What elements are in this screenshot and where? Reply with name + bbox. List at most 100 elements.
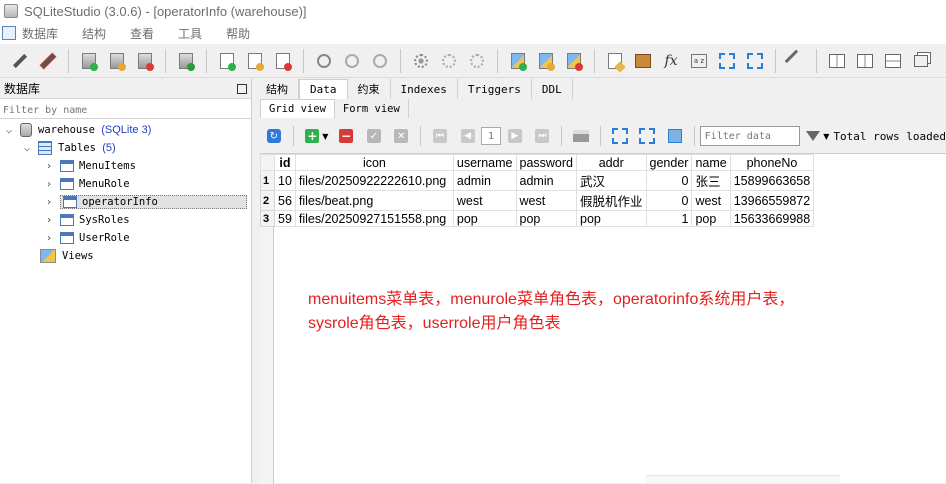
- cell-addr[interactable]: pop: [576, 210, 647, 227]
- table-row[interactable]: 1 10 files/20250922222610.png admin admi…: [260, 170, 815, 191]
- extensions-button[interactable]: [716, 50, 738, 72]
- cell-id[interactable]: 10: [274, 170, 296, 191]
- column-header[interactable]: addr: [576, 154, 647, 171]
- column-header[interactable]: icon: [294, 154, 454, 171]
- column-header[interactable]: name: [691, 154, 731, 171]
- cell-password[interactable]: pop: [515, 210, 577, 227]
- refresh-db-button[interactable]: [175, 50, 197, 72]
- cell-password[interactable]: west: [515, 190, 577, 211]
- edit-table-button[interactable]: [244, 50, 266, 72]
- remove-view-button[interactable]: [563, 50, 585, 72]
- disconnect-db-button[interactable]: [37, 50, 59, 72]
- add-db-button[interactable]: [78, 50, 100, 72]
- tab-constraints[interactable]: 约束: [348, 79, 391, 99]
- tile-horizontal-button[interactable]: [854, 50, 876, 72]
- tree-node-table[interactable]: › MenuItems: [44, 157, 136, 175]
- cell-phone[interactable]: 13966559872: [729, 190, 815, 211]
- tree-node-tables[interactable]: ⌵ Tables (5): [22, 139, 116, 157]
- add-table-button[interactable]: [216, 50, 238, 72]
- chevron-down-icon[interactable]: ⌵: [22, 143, 32, 154]
- tab-data[interactable]: Data: [299, 79, 348, 99]
- menu-tools[interactable]: 工具: [178, 25, 202, 42]
- cell-icon[interactable]: files/20250922222610.png: [294, 170, 454, 191]
- column-header[interactable]: phoneNo: [729, 154, 815, 171]
- collapse-columns-button[interactable]: [610, 126, 630, 146]
- insert-row-button[interactable]: +: [303, 126, 323, 146]
- insert-row-dropdown-icon[interactable]: ▼: [322, 132, 328, 141]
- tab-ddl[interactable]: DDL: [532, 79, 573, 99]
- column-header[interactable]: gender: [645, 154, 693, 171]
- window-menu-icon[interactable]: [2, 26, 16, 40]
- cell-gender[interactable]: 0: [645, 170, 693, 191]
- table-row[interactable]: 3 59 files/20250927151558.png pop pop po…: [260, 210, 815, 227]
- tab-indexes[interactable]: Indexes: [391, 79, 458, 99]
- cell-id[interactable]: 59: [274, 210, 296, 227]
- cell-gender[interactable]: 0: [645, 190, 693, 211]
- chevron-right-icon[interactable]: ›: [44, 197, 54, 208]
- add-view-button[interactable]: [507, 50, 529, 72]
- rollback-button[interactable]: ✕: [392, 126, 412, 146]
- expand-columns-button[interactable]: [637, 126, 657, 146]
- menu-view[interactable]: 查看: [130, 25, 154, 42]
- row-number[interactable]: 1: [260, 170, 275, 191]
- cell-icon[interactable]: files/beat.png: [294, 190, 454, 211]
- tab-form-view[interactable]: Form view: [335, 99, 409, 118]
- collations-button[interactable]: a z: [688, 50, 710, 72]
- delete-row-button[interactable]: −: [336, 126, 356, 146]
- snippets-button[interactable]: [744, 50, 766, 72]
- tab-triggers[interactable]: Triggers: [458, 79, 532, 99]
- add-trigger-button[interactable]: [410, 50, 432, 72]
- cell-username[interactable]: pop: [452, 210, 517, 227]
- refresh-data-button[interactable]: ↻: [264, 126, 284, 146]
- config-button[interactable]: [784, 49, 808, 72]
- menu-structure[interactable]: 结构: [82, 25, 106, 42]
- cell-username[interactable]: admin: [452, 170, 517, 191]
- tree-node-warehouse[interactable]: ⌵ warehouse (SQLite 3): [4, 121, 151, 139]
- tile-vertical-button[interactable]: [882, 50, 904, 72]
- cell-addr[interactable]: 假脱机作业: [576, 190, 647, 211]
- tree-node-table[interactable]: › MenuRole: [44, 175, 130, 193]
- remove-index-button[interactable]: [369, 50, 391, 72]
- functions-button[interactable]: fx: [660, 50, 682, 72]
- chevron-right-icon[interactable]: ›: [44, 215, 54, 226]
- edit-db-button[interactable]: [106, 50, 128, 72]
- first-page-button[interactable]: ⏮: [430, 126, 450, 146]
- menu-help[interactable]: 帮助: [226, 25, 250, 42]
- sql-editor-button[interactable]: [604, 50, 626, 73]
- chevron-right-icon[interactable]: ›: [44, 233, 54, 244]
- edit-view-button[interactable]: [535, 50, 557, 72]
- remove-db-button[interactable]: [134, 50, 156, 72]
- edit-trigger-button[interactable]: [438, 50, 460, 72]
- menu-database[interactable]: 数据库: [22, 25, 58, 42]
- clear-filter-button[interactable]: [665, 126, 685, 146]
- corner-cell[interactable]: [260, 154, 275, 171]
- edit-index-button[interactable]: [341, 50, 363, 72]
- connect-db-button[interactable]: [9, 50, 31, 72]
- prev-page-button[interactable]: ◀: [458, 126, 478, 146]
- cell-phone[interactable]: 15633669988: [729, 210, 815, 227]
- row-number[interactable]: 2: [260, 190, 275, 211]
- next-page-button[interactable]: ▶: [505, 126, 525, 146]
- chevron-down-icon[interactable]: ⌵: [4, 125, 14, 136]
- chevron-right-icon[interactable]: ›: [44, 179, 54, 190]
- remove-table-button[interactable]: [272, 50, 294, 72]
- tree-node-views[interactable]: Views: [40, 247, 94, 265]
- remove-trigger-button[interactable]: [466, 50, 488, 72]
- column-header[interactable]: password: [515, 154, 577, 171]
- tree-node-table[interactable]: › UserRole: [44, 229, 130, 247]
- tab-structure[interactable]: 结构: [256, 79, 299, 99]
- page-number-field[interactable]: 1: [481, 127, 502, 145]
- column-header[interactable]: id: [274, 154, 296, 171]
- chevron-right-icon[interactable]: ›: [44, 161, 54, 172]
- cell-name[interactable]: pop: [691, 210, 731, 227]
- cell-icon[interactable]: files/20250927151558.png: [294, 210, 454, 227]
- filter-data-input[interactable]: [699, 126, 800, 146]
- export-button[interactable]: [571, 126, 591, 146]
- last-page-button[interactable]: ⏭: [533, 126, 553, 146]
- table-row[interactable]: 2 56 files/beat.png west west 假脱机作业 0 we…: [260, 190, 815, 211]
- cell-username[interactable]: west: [452, 190, 517, 211]
- filter-mode-button[interactable]: [804, 126, 824, 146]
- cell-gender[interactable]: 1: [645, 210, 693, 227]
- add-index-button[interactable]: [313, 50, 335, 72]
- float-panel-icon[interactable]: [237, 83, 247, 94]
